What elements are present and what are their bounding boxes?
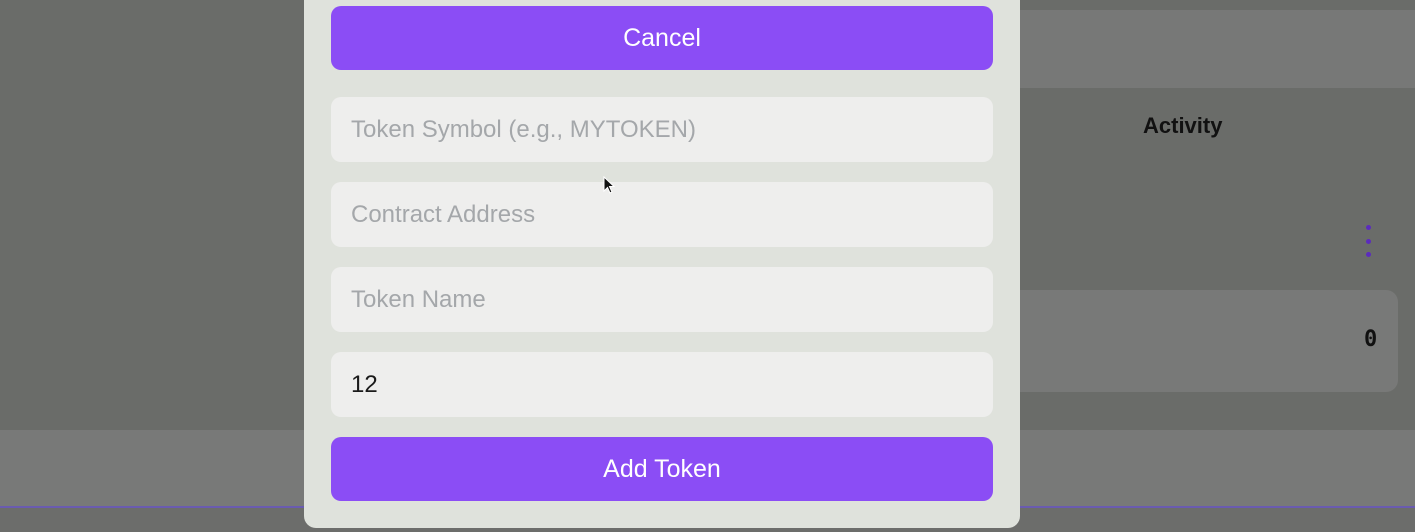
cancel-button[interactable]: Cancel	[331, 6, 993, 70]
token-symbol-input[interactable]	[331, 97, 993, 162]
activity-count: 0	[1364, 327, 1378, 352]
contract-address-input[interactable]	[331, 182, 993, 247]
activity-column-header: Activity	[1143, 113, 1223, 138]
background-token-card	[1000, 290, 1398, 392]
token-decimals-input[interactable]	[331, 352, 993, 417]
token-name-input[interactable]	[331, 267, 993, 332]
background-header-bar	[1000, 10, 1415, 88]
kebab-menu-icon[interactable]	[1362, 225, 1374, 257]
add-token-button[interactable]: Add Token	[331, 437, 993, 501]
add-token-modal: Cancel Add Token	[304, 0, 1020, 528]
mouse-cursor-icon	[603, 176, 615, 194]
